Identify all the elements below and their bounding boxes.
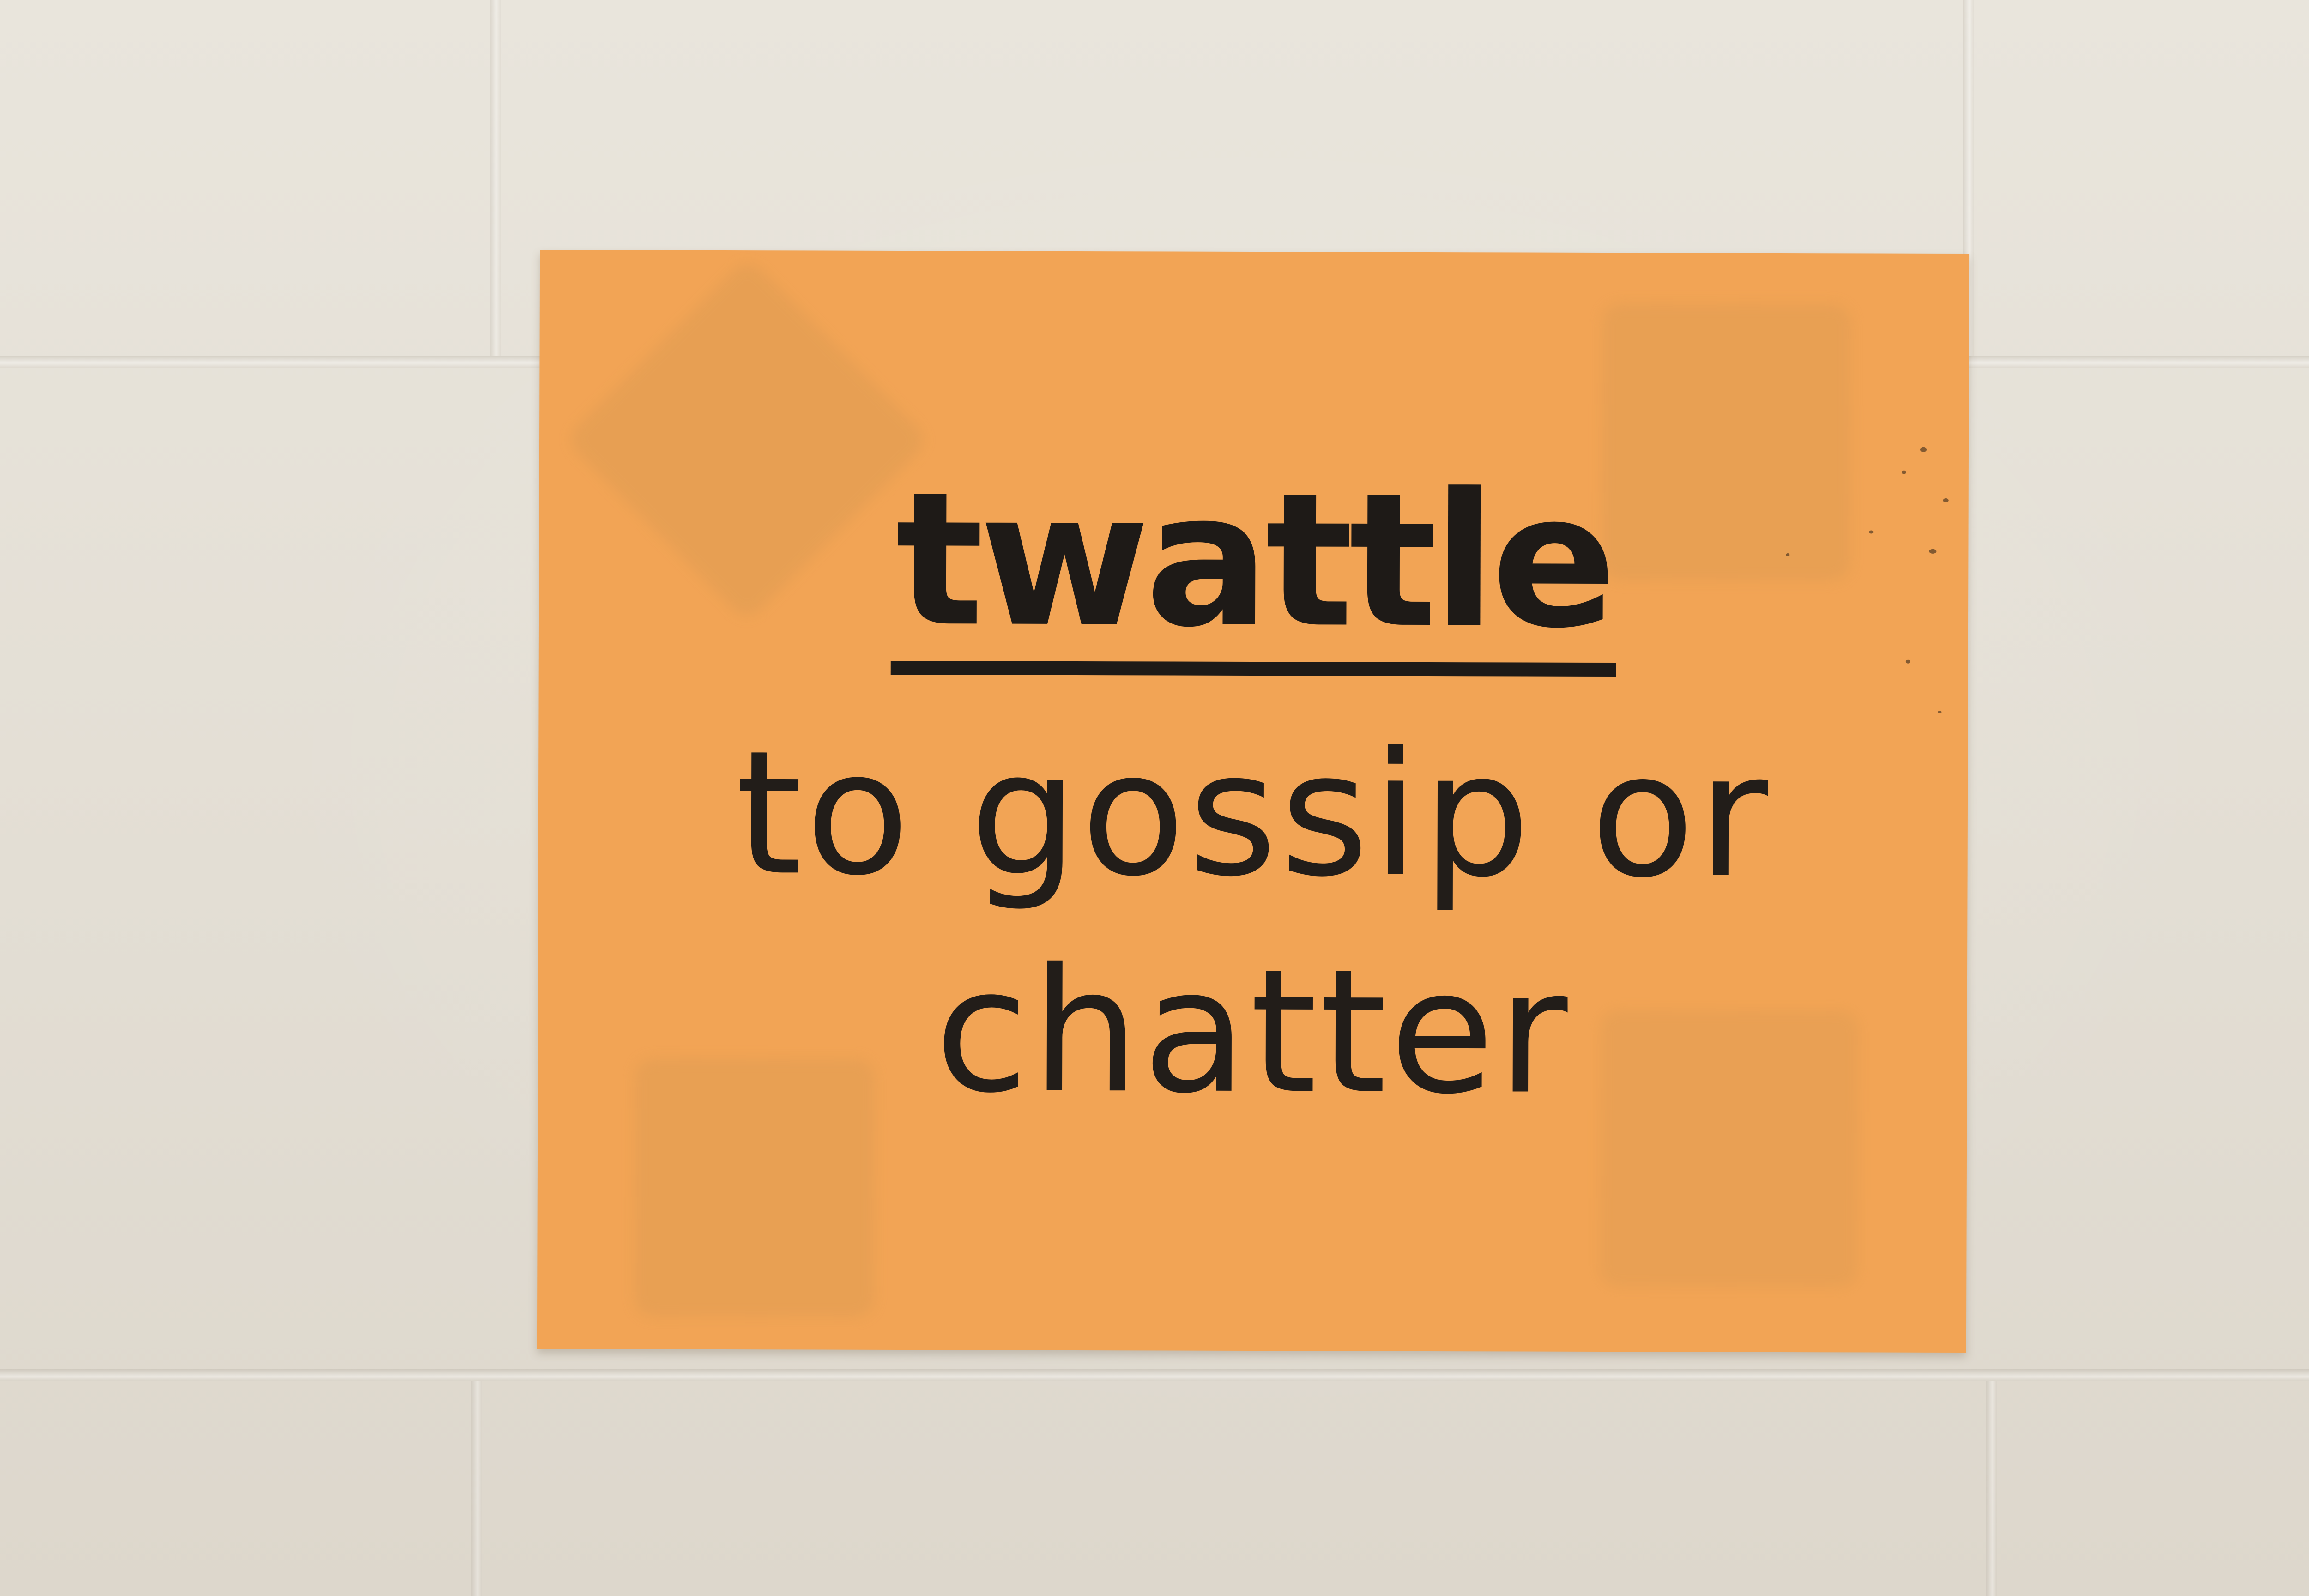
speck: [1920, 447, 1927, 452]
sign-definition: to gossip or chatter: [538, 705, 1968, 1143]
mortar-line: [1986, 1381, 1997, 1596]
definition-line-2: chatter: [934, 932, 1571, 1132]
definition-line-1: to gossip or: [735, 714, 1771, 916]
mortar-line: [0, 1369, 2309, 1381]
sign-word-text: twattle: [890, 453, 1617, 677]
orange-sign: twattle to gossip or chatter: [537, 249, 1970, 1353]
sign-word: twattle: [539, 453, 1969, 677]
mortar-line: [471, 1381, 482, 1596]
mortar-line: [490, 0, 501, 356]
